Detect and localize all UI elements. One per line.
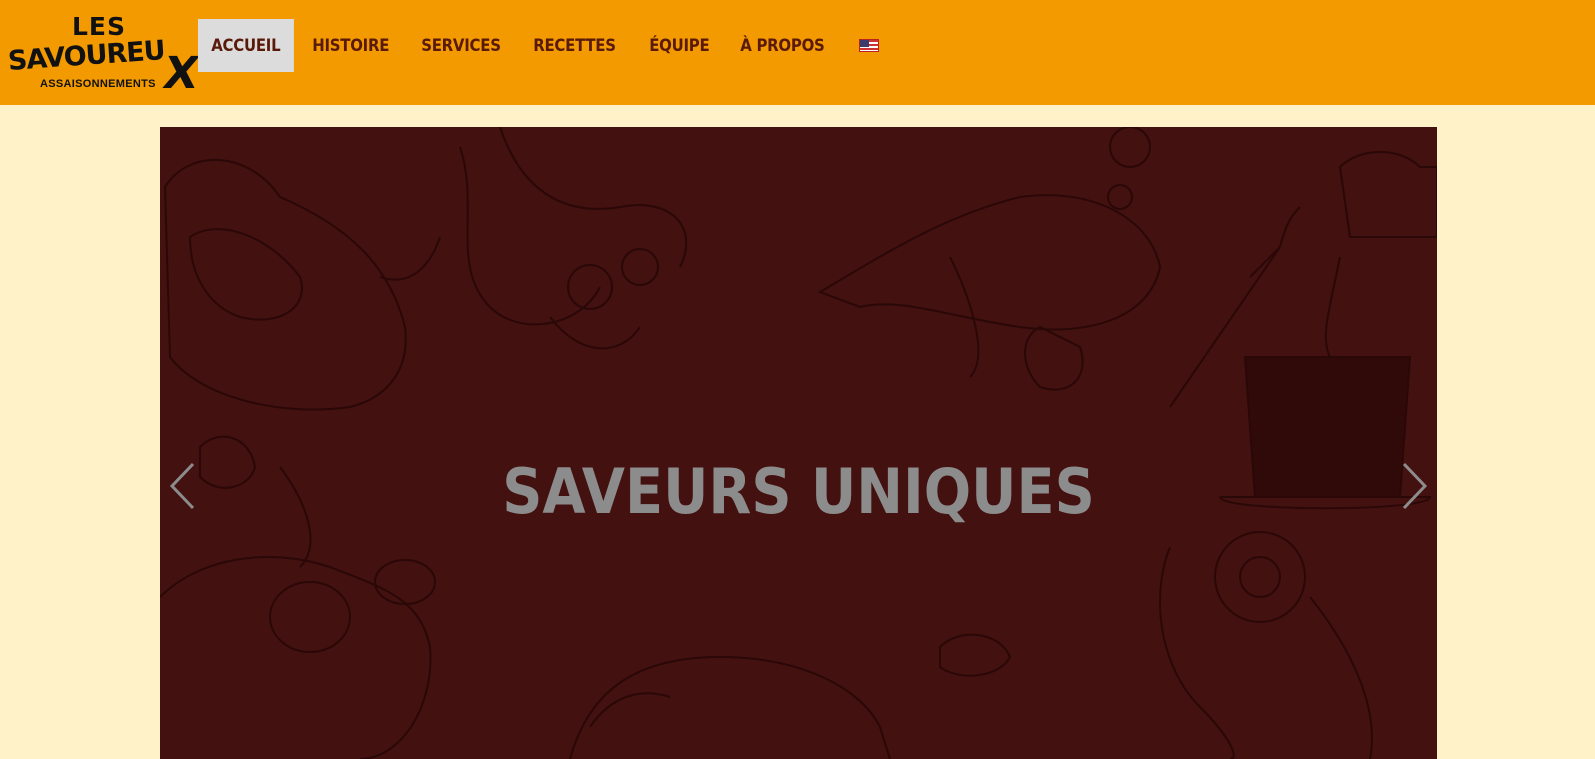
food-illustration-background xyxy=(160,127,1437,759)
hero-title: SAVEURS UNIQUES xyxy=(502,455,1095,528)
logo-letter-x: X xyxy=(159,48,203,99)
chevron-left-icon xyxy=(169,462,195,510)
logo-line-assaisonnements: ASSAISONNEMENTS xyxy=(40,78,156,90)
logo-line-savoureu: SAVOUREU xyxy=(6,35,166,77)
logo-line-les: LES xyxy=(72,12,127,41)
main-nav: ACCUEIL HISTOIRE SERVICES RECETTES ÉQUIP… xyxy=(198,19,879,72)
nav-item-equipe[interactable]: ÉQUIPE xyxy=(636,19,723,72)
nav-item-histoire[interactable]: HISTOIRE xyxy=(299,19,402,72)
carousel-prev-button[interactable] xyxy=(168,461,198,511)
us-flag-icon[interactable] xyxy=(858,39,879,52)
carousel-next-button[interactable] xyxy=(1399,461,1429,511)
chevron-right-icon xyxy=(1402,462,1428,510)
hero-carousel: SAVEURS UNIQUES xyxy=(160,127,1437,759)
nav-item-accueil[interactable]: ACCUEIL xyxy=(198,19,294,72)
site-header: LES SAVOUREU X ASSAISONNEMENTS ACCUEIL H… xyxy=(0,0,1595,105)
nav-item-a-propos[interactable]: À PROPOS xyxy=(727,19,838,72)
nav-item-recettes[interactable]: RECETTES xyxy=(520,19,629,72)
site-logo[interactable]: LES SAVOUREU X ASSAISONNEMENTS xyxy=(6,12,203,99)
nav-item-services[interactable]: SERVICES xyxy=(408,19,514,72)
